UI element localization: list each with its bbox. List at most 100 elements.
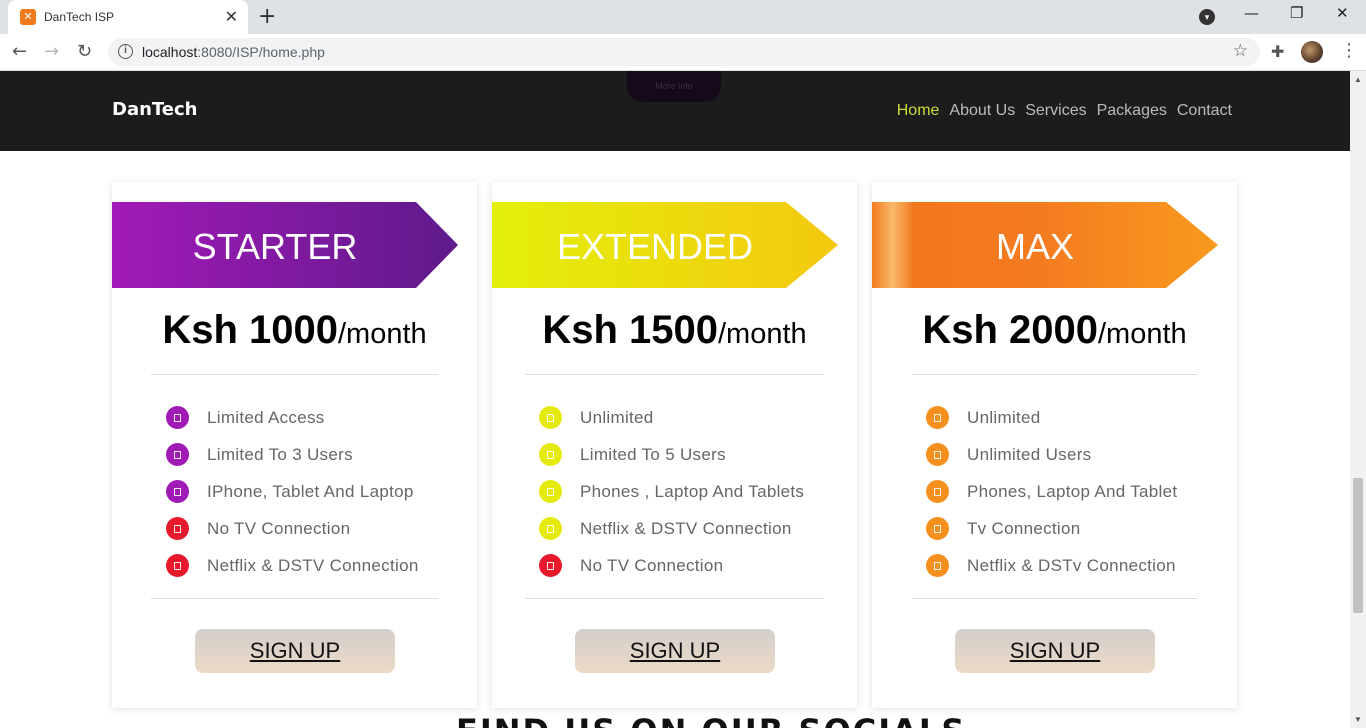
restore-icon[interactable]: ❐: [1290, 4, 1303, 22]
feature-text: Limited Access: [207, 407, 325, 427]
nav-contact[interactable]: Contact: [1177, 102, 1232, 120]
list-item: Netflix & DSTV Connection: [166, 547, 419, 584]
list-item: Limited To 5 Users: [539, 436, 804, 473]
bullet-icon: [539, 517, 562, 540]
bullet-icon: [926, 517, 949, 540]
url-host: localhost: [142, 44, 198, 60]
plan-card-starter: STARTER Ksh 1000/month Limited Access Li…: [112, 182, 477, 708]
browser-tab[interactable]: ✕ DanTech ISP ✕: [8, 0, 248, 34]
info-icon[interactable]: i: [118, 44, 133, 59]
list-item: Unlimited Users: [926, 436, 1177, 473]
forward-icon[interactable]: →: [44, 41, 59, 62]
back-icon[interactable]: ←: [12, 41, 27, 62]
price-amount: Ksh 1500: [542, 308, 718, 352]
socials-heading: FIND US ON OUR SOCIALS: [456, 712, 966, 728]
list-item: Netflix & DSTV Connection: [539, 510, 804, 547]
kebab-menu-icon[interactable]: ⋮: [1340, 40, 1358, 61]
price-period: /month: [338, 318, 427, 350]
list-item: Unlimited: [539, 399, 804, 436]
divider: [912, 374, 1197, 375]
browser-toolbar: ← → ↻ i localhost:8080/ISP/home.php ☆: [0, 34, 1366, 71]
site-logo[interactable]: DanTech: [112, 99, 197, 120]
feature-text: Unlimited Users: [967, 444, 1092, 464]
extensions-icon[interactable]: ✚: [1271, 42, 1284, 61]
bullet-icon: [926, 406, 949, 429]
more-info-button[interactable]: More info: [627, 71, 721, 102]
feature-text: Tv Connection: [967, 518, 1081, 538]
feature-text: No TV Connection: [207, 518, 351, 538]
xampp-icon: ✕: [20, 9, 36, 25]
bullet-icon: [926, 554, 949, 577]
plan-price: Ksh 2000/month: [872, 308, 1237, 353]
reload-icon[interactable]: ↻: [77, 41, 92, 62]
nav-services[interactable]: Services: [1025, 102, 1086, 120]
bullet-icon: [926, 480, 949, 503]
feature-text: Netflix & DSTV Connection: [580, 518, 792, 538]
feature-text: Netflix & DSTV Connection: [207, 555, 419, 575]
plan-name: EXTENDED: [556, 226, 754, 267]
list-item: Netflix & DSTv Connection: [926, 547, 1177, 584]
list-item: No TV Connection: [166, 510, 419, 547]
feature-text: IPhone, Tablet And Laptop: [207, 481, 414, 501]
plan-price: Ksh 1500/month: [492, 308, 857, 353]
price-period: /month: [718, 318, 807, 350]
feature-text: No TV Connection: [580, 555, 724, 575]
list-item: Limited To 3 Users: [166, 436, 419, 473]
tab-search-icon[interactable]: ▾: [1199, 9, 1215, 25]
nav-about-us[interactable]: About Us: [949, 102, 1015, 120]
bullet-icon: [539, 406, 562, 429]
plan-card-max: MAX Ksh 2000/month Unlimited Unlimited U…: [872, 182, 1237, 708]
bullet-icon: [539, 480, 562, 503]
bullet-icon: [166, 406, 189, 429]
site-header: DanTech More info Home About Us Services…: [0, 71, 1350, 151]
plan-name: MAX: [995, 226, 1074, 267]
bookmark-star-icon[interactable]: ☆: [1233, 41, 1248, 61]
feature-list: Unlimited Limited To 5 Users Phones , La…: [539, 399, 804, 584]
bullet-icon: [539, 554, 562, 577]
divider: [151, 374, 438, 375]
window-close-icon[interactable]: ✕: [1336, 4, 1349, 22]
price-amount: Ksh 2000: [922, 308, 1098, 352]
divider: [525, 598, 824, 599]
plan-name: STARTER: [192, 226, 358, 267]
sign-up-button[interactable]: SIGN UP: [955, 629, 1155, 673]
site-nav: Home About Us Services Packages Contact: [897, 102, 1232, 120]
feature-text: Phones , Laptop And Tablets: [580, 481, 805, 501]
new-tab-icon[interactable]: +: [258, 4, 276, 29]
bullet-icon: [166, 517, 189, 540]
sign-up-button[interactable]: SIGN UP: [575, 629, 775, 673]
list-item: Phones , Laptop And Tablets: [539, 473, 804, 510]
close-icon[interactable]: ✕: [225, 7, 238, 26]
divider: [151, 598, 438, 599]
nav-packages[interactable]: Packages: [1097, 102, 1167, 120]
url-path: :8080/ISP/home.php: [197, 44, 325, 60]
list-item: Limited Access: [166, 399, 419, 436]
avatar[interactable]: [1301, 41, 1323, 63]
scroll-down-icon[interactable]: ▼: [1354, 715, 1362, 724]
feature-text: Phones, Laptop And Tablet: [967, 481, 1178, 501]
feature-text: Limited To 3 Users: [207, 444, 353, 464]
nav-home[interactable]: Home: [897, 102, 940, 120]
browser-tab-bar: ✕ DanTech ISP ✕ + ▾ — ❐ ✕: [0, 0, 1366, 34]
feature-list: Unlimited Unlimited Users Phones, Laptop…: [926, 399, 1177, 584]
divider: [525, 374, 824, 375]
bullet-icon: [166, 554, 189, 577]
divider: [912, 598, 1197, 599]
price-period: /month: [1098, 318, 1187, 350]
sign-up-button[interactable]: SIGN UP: [195, 629, 395, 673]
plan-card-extended: EXTENDED Ksh 1500/month Unlimited Limite…: [492, 182, 857, 708]
list-item: Tv Connection: [926, 510, 1177, 547]
scroll-thumb[interactable]: [1353, 478, 1363, 613]
page-viewport: DanTech More info Home About Us Services…: [0, 71, 1350, 728]
scroll-up-icon[interactable]: ▲: [1354, 75, 1362, 84]
minimize-icon[interactable]: —: [1244, 4, 1259, 22]
plan-price: Ksh 1000/month: [112, 308, 477, 353]
feature-text: Limited To 5 Users: [580, 444, 726, 464]
tab-title: DanTech ISP: [44, 10, 115, 24]
address-bar[interactable]: i localhost:8080/ISP/home.php ☆: [108, 38, 1260, 66]
vertical-scrollbar[interactable]: ▲ ▼: [1350, 71, 1366, 728]
feature-text: Unlimited: [580, 407, 654, 427]
feature-text: Unlimited: [967, 407, 1041, 427]
price-amount: Ksh 1000: [162, 308, 338, 352]
bullet-icon: [166, 480, 189, 503]
